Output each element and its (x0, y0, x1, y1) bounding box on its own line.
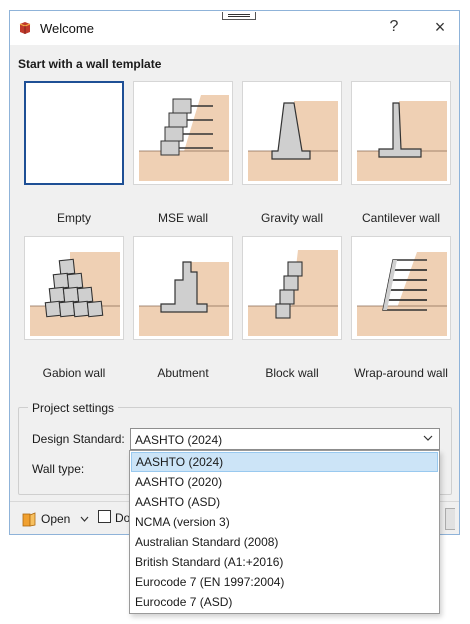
gabion-wall-icon (30, 252, 120, 336)
abutment-icon (139, 261, 229, 336)
design-standard-select[interactable]: AASHTO (2024) (130, 428, 440, 450)
wrap-around-wall-icon (357, 252, 447, 336)
startup-checkbox[interactable] (98, 510, 111, 523)
dropdown-option-aashto-asd[interactable]: AASHTO (ASD) (131, 492, 438, 512)
drag-grip-handle[interactable] (222, 12, 256, 20)
template-tile-cantilever-wall[interactable] (351, 81, 451, 185)
dropdown-option-ncma-v3[interactable]: NCMA (version 3) (131, 512, 438, 532)
template-tile-wrap-around-wall[interactable] (351, 236, 451, 340)
footer-action-button[interactable] (445, 508, 455, 530)
template-label-abutment: Abutment (157, 366, 209, 380)
template-tile-mse-wall[interactable] (133, 81, 233, 185)
wall-type-label: Wall type: (32, 462, 85, 476)
open-button[interactable]: Open (14, 508, 94, 530)
design-standard-value: AASHTO (2024) (135, 433, 223, 447)
template-label-cantilever-wall: Cantilever wall (361, 211, 441, 225)
design-standard-dropdown-list: AASHTO (2024) AASHTO (2020) AASHTO (ASD)… (129, 450, 440, 614)
gravity-wall-icon (248, 101, 338, 181)
chevron-down-icon (423, 435, 433, 441)
template-label-block-wall: Block wall (265, 366, 319, 380)
template-tile-gravity-wall[interactable] (242, 81, 342, 185)
chevron-down-icon (80, 516, 89, 522)
template-label-gravity-wall: Gravity wall (260, 211, 323, 225)
template-label-gabion-wall: Gabion wall (42, 366, 106, 380)
template-tile-abutment[interactable] (133, 236, 233, 340)
template-label-mse-wall: MSE wall (157, 211, 208, 225)
folder-icon (22, 512, 36, 527)
dropdown-option-british-2016[interactable]: British Standard (A1:+2016) (131, 552, 438, 572)
app-icon (19, 22, 31, 34)
dropdown-option-aashto-2024[interactable]: AASHTO (2024) (131, 452, 438, 472)
title-bar: Welcome ? × (10, 11, 459, 45)
project-settings-legend: Project settings (28, 401, 119, 415)
template-label-wrap-around-wall: Wrap-around wall (354, 366, 448, 380)
template-tile-block-wall[interactable] (242, 236, 342, 340)
dropdown-option-eurocode7-2004[interactable]: Eurocode 7 (EN 1997:2004) (131, 572, 438, 592)
dropdown-option-eurocode7-asd[interactable]: Eurocode 7 (ASD) (131, 592, 438, 612)
template-label-empty: Empty (56, 211, 91, 225)
template-tile-gabion-wall[interactable] (24, 236, 124, 340)
cantilever-wall-icon (357, 101, 447, 181)
help-button[interactable]: ? (382, 18, 406, 38)
open-button-label: Open (41, 512, 71, 526)
close-button[interactable]: × (428, 17, 452, 39)
window-title: Welcome (40, 21, 94, 36)
block-wall-icon (248, 250, 338, 336)
design-standard-label: Design Standard: (32, 432, 125, 446)
section-heading: Start with a wall template (18, 57, 162, 71)
mse-wall-icon (139, 95, 229, 181)
dropdown-option-australian-2008[interactable]: Australian Standard (2008) (131, 532, 438, 552)
dropdown-option-aashto-2020[interactable]: AASHTO (2020) (131, 472, 438, 492)
template-tile-empty[interactable] (24, 81, 124, 185)
